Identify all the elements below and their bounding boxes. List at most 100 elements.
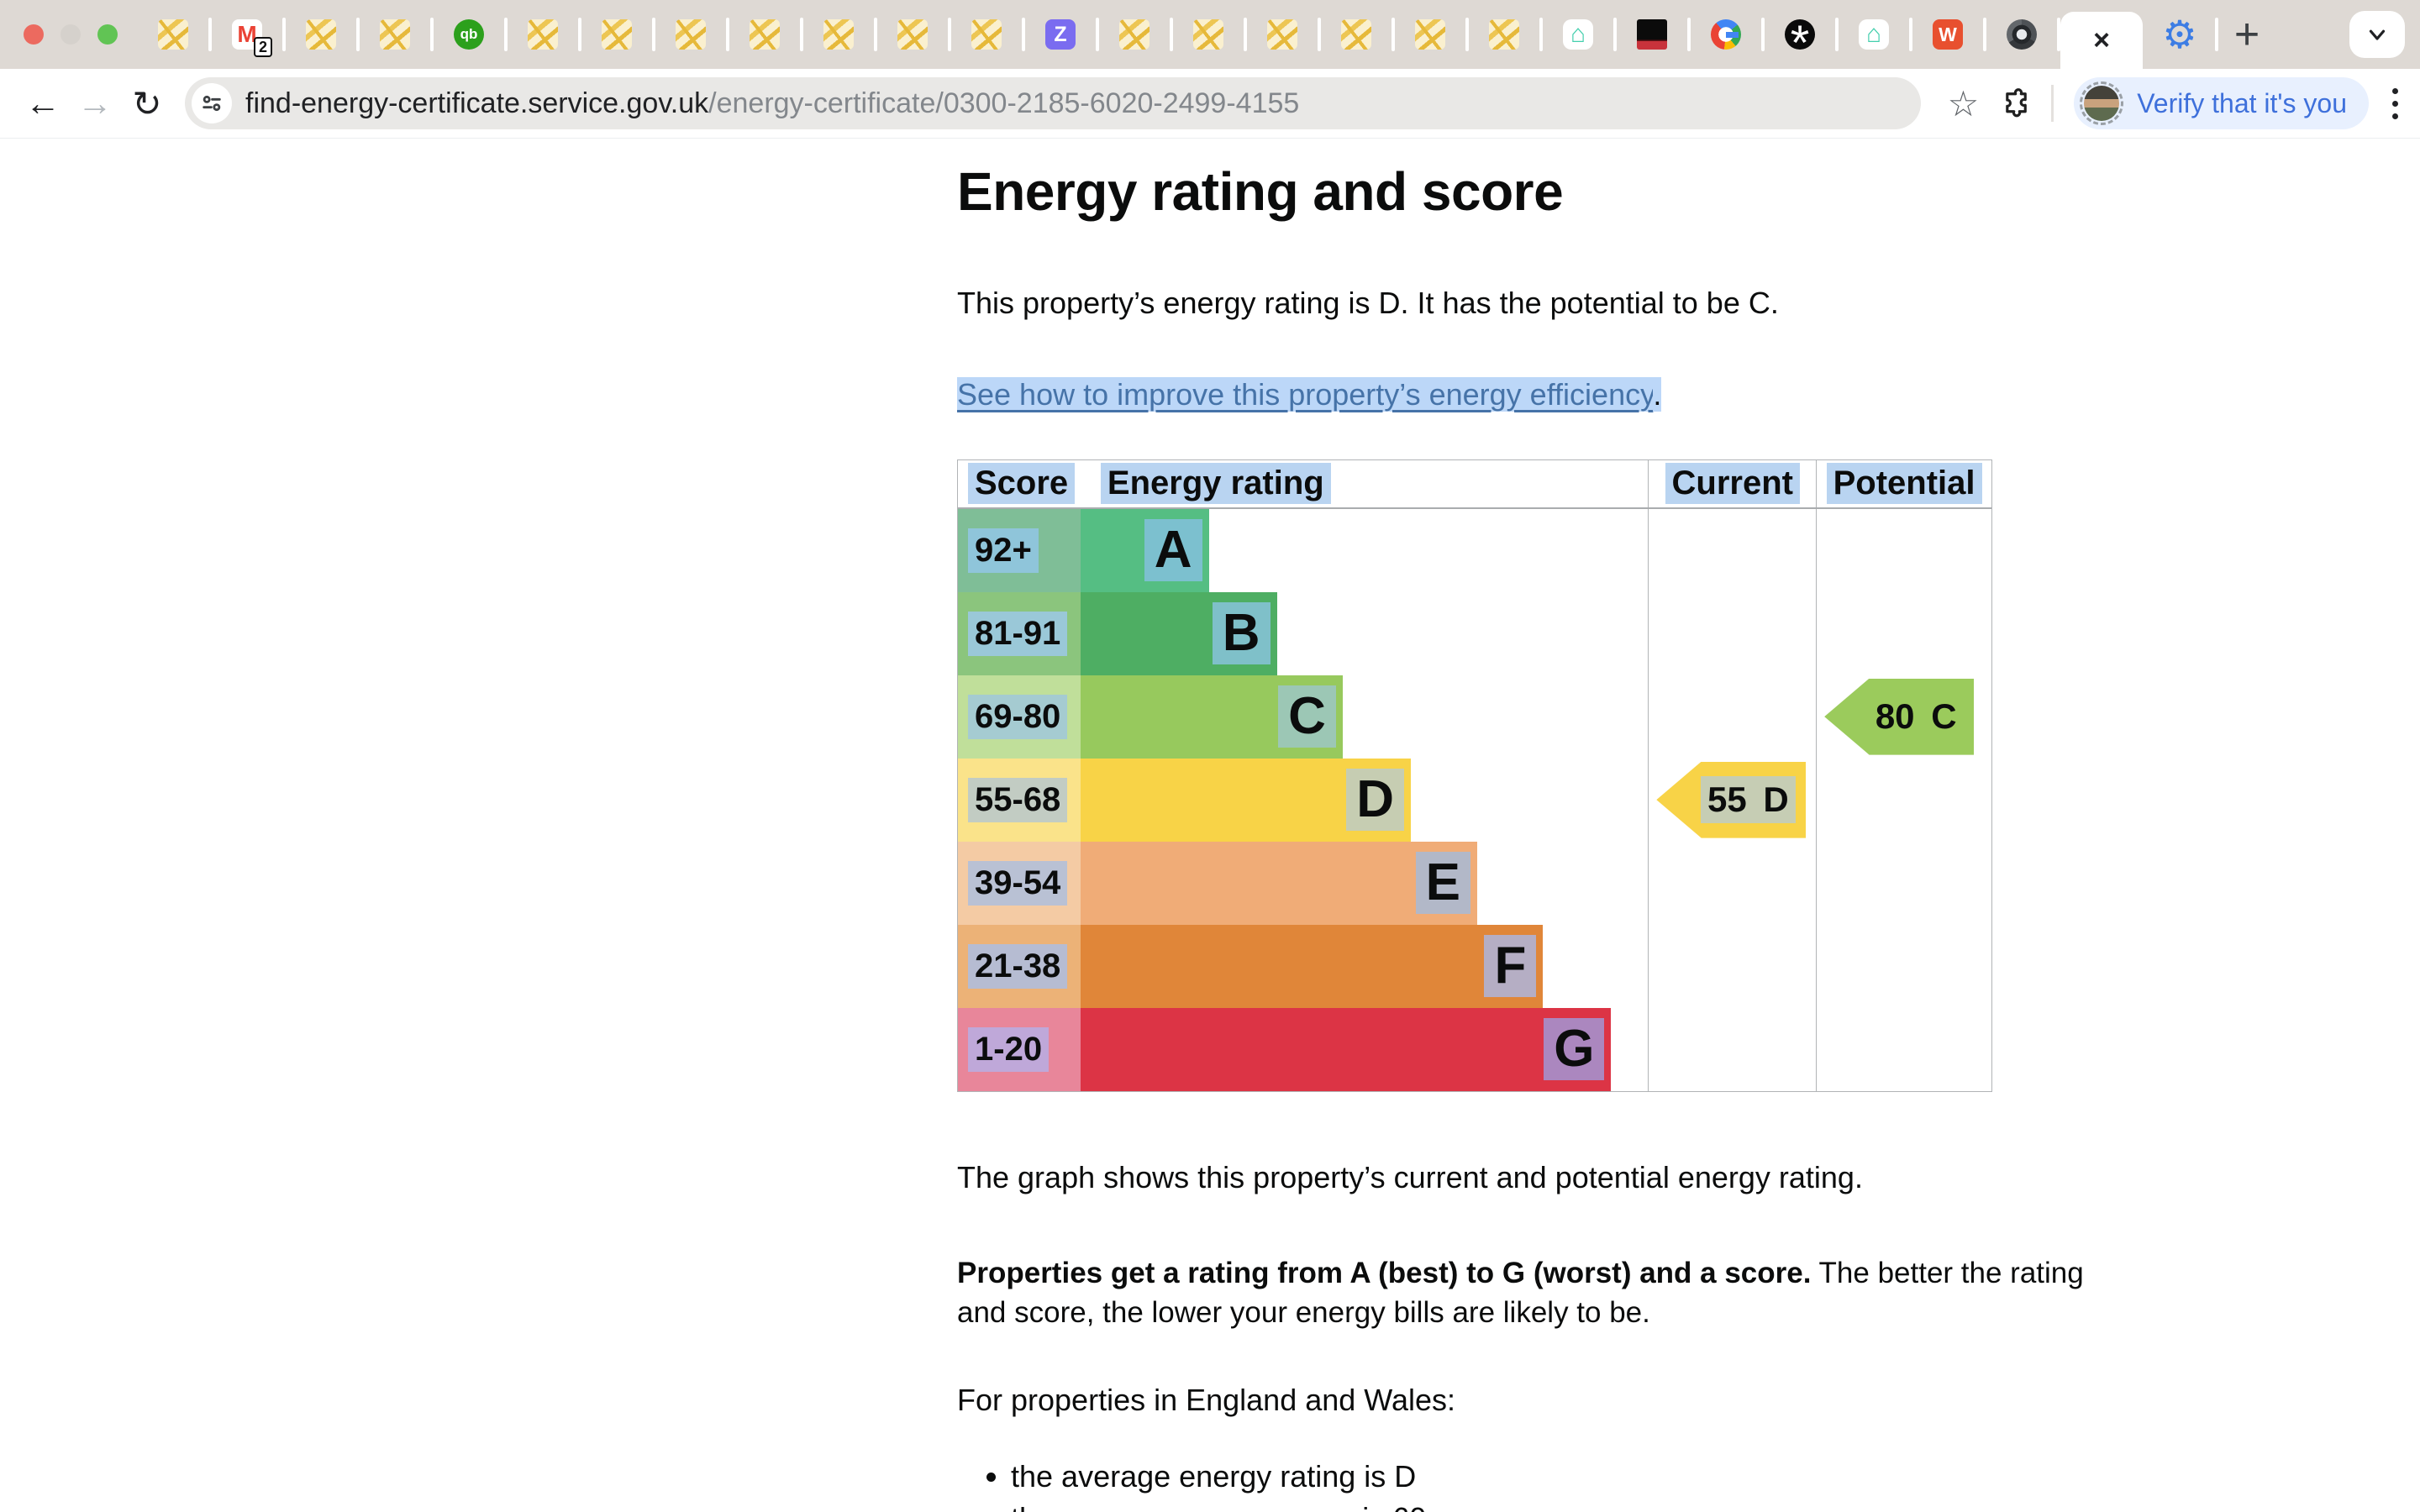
site-information-icon[interactable] — [192, 83, 232, 123]
new-tab-button[interactable]: + — [2217, 0, 2277, 69]
pinned-tab[interactable] — [1393, 0, 1467, 69]
pinned-tab[interactable] — [1541, 0, 1615, 69]
bullet-item: the average energy rating is D — [1011, 1456, 2420, 1498]
window-zoom-button[interactable] — [97, 24, 118, 45]
tab-search-button[interactable] — [2349, 11, 2405, 58]
epc-band-row: 69-80C80 C — [958, 675, 1991, 759]
profile-chip-label: Verify that it's you — [2137, 88, 2347, 119]
pinned-tab[interactable] — [1319, 0, 1393, 69]
window-close-button[interactable] — [24, 24, 44, 45]
band-bar: A — [1081, 509, 1209, 592]
current-cell — [1649, 1008, 1817, 1091]
potential-cell — [1817, 592, 1991, 675]
doc-yellow-favicon — [158, 19, 188, 50]
doc-yellow-favicon — [750, 19, 780, 50]
browser-menu-icon[interactable] — [2392, 88, 2398, 119]
band-score-cell: 1-20 — [958, 1008, 1081, 1091]
settings-tab[interactable] — [2143, 0, 2217, 69]
doc-yellow-favicon — [1193, 19, 1223, 50]
intro-paragraph: This property’s energy rating is D. It h… — [957, 283, 1992, 324]
doc-yellow-favicon — [676, 19, 706, 50]
doc-yellow-favicon — [602, 19, 632, 50]
band-score-cell: 55-68 — [958, 759, 1081, 842]
pinned-tab[interactable] — [136, 0, 210, 69]
openai-favicon — [1785, 19, 1815, 50]
reload-button[interactable]: ↻ — [121, 83, 173, 124]
extensions-icon[interactable] — [2001, 88, 2031, 118]
doc-yellow-favicon — [1119, 19, 1150, 50]
doc-yellow-favicon — [823, 19, 854, 50]
band-bar: G — [1081, 1008, 1612, 1091]
link-period: . — [1653, 377, 1661, 412]
band-bar-cell: A — [1081, 509, 1649, 592]
pinned-tab[interactable] — [1245, 0, 1319, 69]
pinned-tab[interactable] — [1837, 0, 1911, 69]
window-minimize-button[interactable] — [60, 24, 81, 45]
band-letter: G — [1544, 1018, 1604, 1080]
doc-yellow-favicon — [306, 19, 336, 50]
browser-tab-bar: 2 × + — [0, 0, 2420, 69]
pinned-tab[interactable] — [1689, 0, 1763, 69]
url-domain: find-energy-certificate.service.gov.uk — [245, 87, 708, 119]
band-bar: D — [1081, 759, 1411, 842]
gear-icon — [2165, 19, 2195, 50]
url-path: /energy-certificate/0300-2185-6020-2499-… — [708, 87, 1299, 119]
pinned-tab[interactable] — [1097, 0, 1171, 69]
pinned-tab[interactable] — [1985, 0, 2059, 69]
current-cell — [1649, 509, 1817, 592]
potential-cell — [1817, 1008, 1991, 1091]
epc-rating-table: Score Energy rating Current Potential 92… — [957, 459, 1992, 1092]
bookmark-star-icon[interactable]: ☆ — [1948, 83, 1980, 124]
pinned-tab[interactable] — [284, 0, 358, 69]
pinned-tab[interactable] — [876, 0, 950, 69]
pinned-tab[interactable] — [1615, 0, 1689, 69]
pinned-tab[interactable] — [950, 0, 1023, 69]
pinned-tab[interactable] — [358, 0, 432, 69]
pinned-tab[interactable] — [432, 0, 506, 69]
pinned-tab[interactable] — [1763, 0, 1837, 69]
forward-button[interactable]: → — [69, 83, 121, 123]
pinned-tab[interactable] — [1911, 0, 1985, 69]
back-button[interactable]: ← — [17, 83, 69, 123]
url-text[interactable]: find-energy-certificate.service.gov.uk/e… — [245, 87, 1299, 120]
black-red-favicon — [1637, 19, 1667, 50]
browser-toolbar: ← → ↻ find-energy-certificate.service.go… — [0, 69, 2420, 139]
profile-chip[interactable]: Verify that it's you — [2074, 77, 2369, 129]
pinned-tab[interactable] — [654, 0, 728, 69]
band-letter: B — [1213, 602, 1270, 664]
pinned-tab[interactable] — [506, 0, 580, 69]
improve-efficiency-link[interactable]: See how to improve this property’s energ… — [957, 377, 1653, 412]
tab-close-icon[interactable]: × — [2093, 24, 2110, 57]
band-score-label: 1-20 — [968, 1027, 1049, 1072]
doc-yellow-favicon — [897, 19, 928, 50]
epc-table-header: Score Energy rating Current Potential — [958, 460, 1991, 509]
home-teal-favicon — [1563, 19, 1593, 50]
pinned-tab[interactable] — [728, 0, 802, 69]
header-current: Current — [1649, 460, 1817, 507]
active-tab[interactable]: × — [2060, 12, 2143, 69]
doc-yellow-favicon — [1489, 19, 1519, 50]
pinned-tab[interactable] — [1171, 0, 1245, 69]
wattpad-favicon — [1933, 19, 1963, 50]
quickbooks-favicon — [454, 19, 484, 50]
potential-cell — [1817, 842, 1991, 925]
pinned-tab[interactable] — [1023, 0, 1097, 69]
zotero-favicon — [1045, 19, 1076, 50]
pinned-tab[interactable] — [580, 0, 654, 69]
band-score-cell: 69-80 — [958, 675, 1081, 759]
epc-band-row: 21-38F — [958, 925, 1991, 1008]
band-score-label: 55-68 — [968, 778, 1067, 822]
band-score-cell: 92+ — [958, 509, 1081, 592]
epc-band-row: 55-68 D 55 D — [958, 759, 1991, 842]
window-controls — [24, 24, 118, 45]
doc-yellow-favicon — [1341, 19, 1371, 50]
pinned-tab[interactable] — [1467, 0, 1541, 69]
pinned-tab[interactable]: 2 — [210, 0, 284, 69]
band-letter: C — [1278, 685, 1336, 748]
pinned-tab[interactable] — [802, 0, 876, 69]
epc-band-row: 81-91B — [958, 592, 1991, 675]
current-cell: 55 D — [1649, 759, 1817, 842]
epc-band-row: 92+A — [958, 509, 1991, 592]
graph-caption: The graph shows this property’s current … — [957, 1158, 1992, 1199]
address-bar[interactable]: find-energy-certificate.service.gov.uk/e… — [185, 77, 1921, 129]
